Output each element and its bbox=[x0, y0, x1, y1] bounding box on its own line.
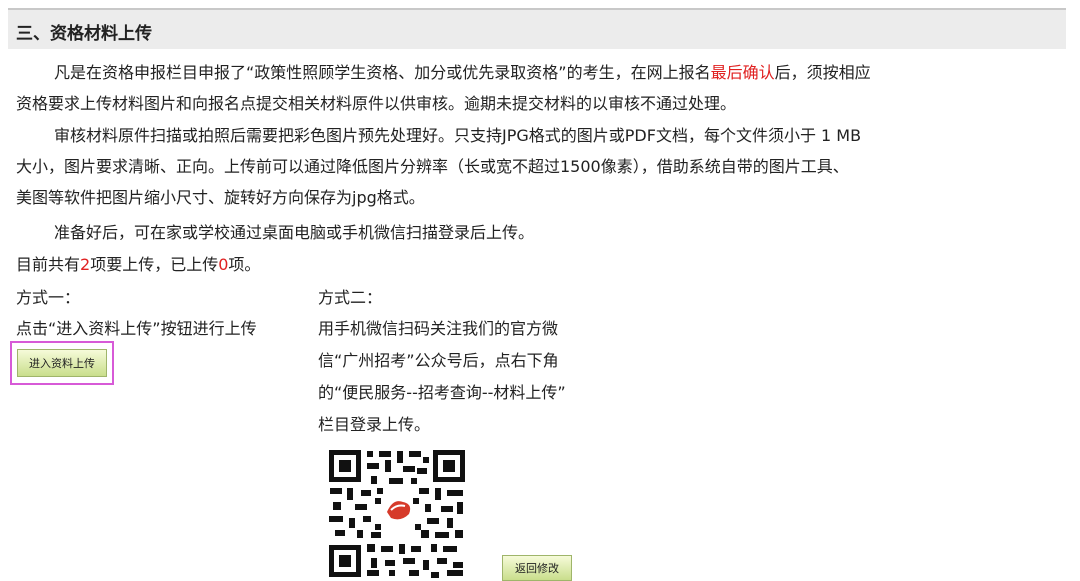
upload-button-focus-outline: 进入资料上传 bbox=[10, 341, 114, 385]
qr-code-icon bbox=[327, 448, 467, 579]
uploaded-count: 0 bbox=[218, 255, 229, 274]
intro-paragraph-1-line2: 资格要求上传材料图片和向报名点提交相关材料原件以供审核。逾期未提交材料的以审核不… bbox=[16, 94, 737, 113]
final-confirm-highlight: 最后确认 bbox=[710, 63, 775, 82]
method2-line1: 用手机微信扫码关注我们的官方微 bbox=[318, 319, 559, 338]
intro-p1-text-end: 后，须按相应 bbox=[774, 63, 871, 82]
status-prefix: 目前共有 bbox=[16, 255, 81, 274]
section-header: 三、资格材料上传 bbox=[8, 8, 1066, 49]
back-modify-button[interactable]: 返回修改 bbox=[502, 555, 572, 581]
upload-status: 目前共有2项要上传，已上传0项。 bbox=[16, 249, 1066, 280]
section-title: 三、资格材料上传 bbox=[16, 24, 152, 44]
method2-line3: 的“便民服务--招考查询--材料上传” bbox=[318, 383, 566, 402]
method1-desc: 点击“进入资料上传”按钮进行上传 bbox=[16, 319, 257, 338]
intro-paragraph-2-line3: 美图等软件把图片缩小尺寸、旋转好方向保存为jpg格式。 bbox=[16, 188, 425, 207]
intro-paragraph-2-line1: 审核材料原件扫描或拍照后需要把彩色图片预先处理好。只支持JPG格式的图片或PDF… bbox=[54, 126, 862, 145]
method2-line2: 信“广州招考”公众号后，点右下角 bbox=[318, 351, 559, 370]
status-suffix: 项。 bbox=[228, 255, 261, 274]
method1-title: 方式一： bbox=[16, 288, 81, 307]
intro-paragraph-2-line2: 大小，图片要求清晰、正向。上传前可以通过降低图片分辨率（长或宽不超过1500像素… bbox=[16, 157, 849, 176]
intro-paragraph-3: 准备好后，可在家或学校通过桌面电脑或手机微信扫描登录后上传。 bbox=[54, 223, 535, 242]
total-count: 2 bbox=[80, 255, 91, 274]
enter-upload-button[interactable]: 进入资料上传 bbox=[17, 349, 107, 377]
method2-title: 方式二： bbox=[318, 288, 383, 307]
status-middle: 项要上传，已上传 bbox=[90, 255, 219, 274]
intro-paragraph-1: 凡是在资格申报栏目申报了“政策性照顾学生资格、加分或优先录取资格”的考生，在网上… bbox=[16, 57, 1080, 88]
intro-p1-text: 凡是在资格申报栏目申报了“政策性照顾学生资格、加分或优先录取资格”的考生，在网上… bbox=[54, 63, 711, 82]
method2-line4: 栏目登录上传。 bbox=[318, 415, 431, 434]
